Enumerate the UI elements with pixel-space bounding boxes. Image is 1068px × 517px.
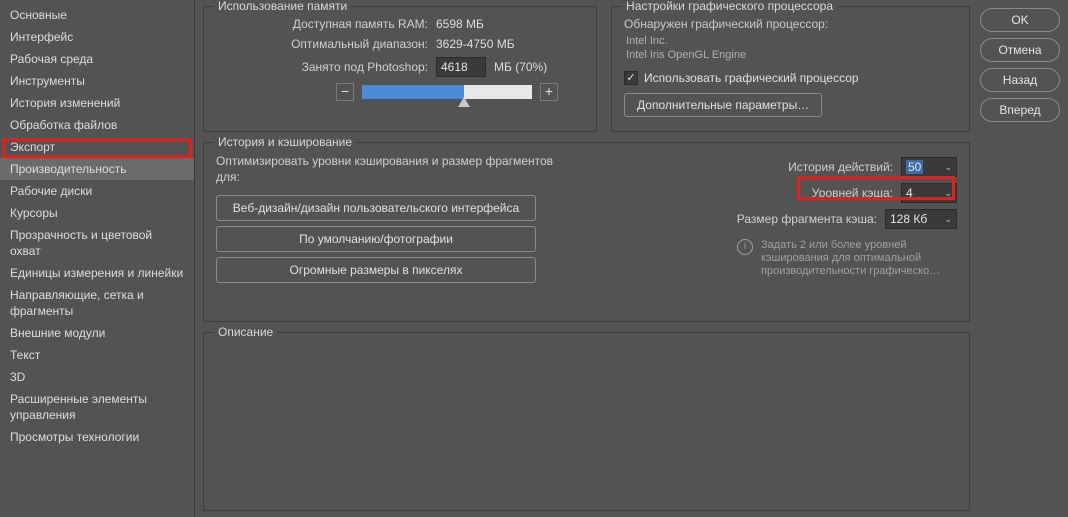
gpu-detected-label: Обнаружен графический процессор: — [624, 17, 957, 31]
use-gpu-label: Использовать графический процессор — [644, 71, 859, 85]
sidebar-item-export[interactable]: Экспорт — [0, 136, 194, 158]
info-icon: i — [737, 239, 753, 255]
used-by-ps-input[interactable] — [436, 57, 486, 77]
avail-ram-label: Доступная память RAM: — [216, 17, 436, 31]
preset-web-ui-button[interactable]: Веб-дизайн/дизайн пользовательского инте… — [216, 195, 536, 221]
memory-group: Использование памяти Доступная память RA… — [203, 6, 597, 132]
sidebar-item-enhanced[interactable]: Расширенные элементы управления — [0, 388, 194, 426]
ideal-range-label: Оптимальный диапазон: — [216, 37, 436, 51]
description-title: Описание — [214, 325, 277, 339]
sidebar-item-tech-previews[interactable]: Просмотры технологии — [0, 426, 194, 448]
gpu-advanced-button[interactable]: Дополнительные параметры… — [624, 93, 822, 117]
sidebar-item-guides[interactable]: Направляющие, сетка и фрагменты — [0, 284, 194, 322]
sidebar-item-file-handling[interactable]: Обработка файлов — [0, 114, 194, 136]
sidebar-item-interface[interactable]: Интерфейс — [0, 26, 194, 48]
avail-ram-value: 6598 МБ — [436, 17, 484, 31]
description-group: Описание — [203, 332, 970, 512]
history-states-label: История действий: — [788, 160, 893, 174]
sidebar-item-history-log[interactable]: История изменений — [0, 92, 194, 114]
sidebar-item-plugins[interactable]: Внешние модули — [0, 322, 194, 344]
preset-huge-pixels-button[interactable]: Огромные размеры в пикселях — [216, 257, 536, 283]
used-by-ps-suffix: МБ (70%) — [494, 60, 547, 74]
history-states-value: 50 — [906, 160, 923, 174]
sidebar-item-type[interactable]: Текст — [0, 344, 194, 366]
memory-slider[interactable] — [362, 85, 532, 99]
cache-levels-select[interactable]: 4 ⌄ — [901, 183, 957, 203]
memory-title: Использование памяти — [214, 0, 351, 13]
ok-button[interactable]: OK — [980, 8, 1060, 32]
used-by-ps-label: Занято под Photoshop: — [216, 60, 436, 74]
memory-minus-button[interactable]: − — [336, 83, 354, 101]
cancel-button[interactable]: Отмена — [980, 38, 1060, 62]
cache-tile-label: Размер фрагмента кэша: — [737, 212, 877, 226]
history-cache-group: История и кэширование Оптимизировать уро… — [203, 142, 970, 322]
cache-tile-value: 128 Кб — [890, 212, 927, 226]
memory-plus-button[interactable]: + — [540, 83, 558, 101]
use-gpu-checkbox[interactable]: ✓ — [624, 71, 638, 85]
main-panel: Использование памяти Доступная память RA… — [195, 0, 1068, 517]
back-button[interactable]: Назад — [980, 68, 1060, 92]
forward-button[interactable]: Вперед — [980, 98, 1060, 122]
sidebar-item-units[interactable]: Единицы измерения и линейки — [0, 262, 194, 284]
cache-levels-label: Уровней кэша: — [812, 186, 893, 200]
chevron-down-icon: ⌄ — [944, 188, 952, 199]
sidebar-item-cursors[interactable]: Курсоры — [0, 202, 194, 224]
cache-hint-text: Задать 2 или более уровней кэширования д… — [761, 239, 957, 278]
gpu-vendor: Intel Inc. — [626, 35, 957, 47]
sidebar-item-workspace[interactable]: Рабочая среда — [0, 48, 194, 70]
sidebar-item-transparency[interactable]: Прозрачность и цветовой охват — [0, 224, 194, 262]
gpu-group: Настройки графического процессора Обнару… — [611, 6, 970, 132]
preset-default-photos-button[interactable]: По умолчанию/фотографии — [216, 226, 536, 252]
sidebar-item-performance[interactable]: Производительность — [0, 158, 194, 180]
history-states-select[interactable]: 50 ⌄ — [901, 157, 957, 177]
optimize-label: Оптимизировать уровни кэширования и разм… — [216, 153, 566, 185]
sidebar-item-general[interactable]: Основные — [0, 4, 194, 26]
sidebar-item-tools[interactable]: Инструменты — [0, 70, 194, 92]
sidebar-item-scratch-disks[interactable]: Рабочие диски — [0, 180, 194, 202]
cache-levels-value: 4 — [906, 186, 913, 200]
gpu-engine: Intel Iris OpenGL Engine — [626, 49, 957, 61]
slider-handle-icon[interactable] — [458, 97, 470, 107]
cache-tile-select[interactable]: 128 Кб ⌄ — [885, 209, 957, 229]
settings-sidebar: Основные Интерфейс Рабочая среда Инструм… — [0, 0, 195, 517]
chevron-down-icon: ⌄ — [944, 162, 952, 173]
gpu-title: Настройки графического процессора — [622, 0, 837, 13]
ideal-range-value: 3629-4750 МБ — [436, 37, 515, 51]
chevron-down-icon: ⌄ — [944, 214, 952, 225]
sidebar-item-3d[interactable]: 3D — [0, 366, 194, 388]
history-cache-title: История и кэширование — [214, 135, 356, 149]
